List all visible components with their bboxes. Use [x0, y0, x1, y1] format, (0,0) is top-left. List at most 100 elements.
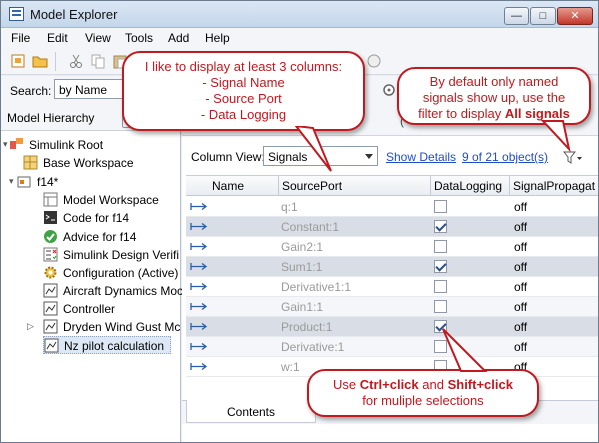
workspace-icon: [43, 192, 58, 207]
callout-text: By default only named: [429, 74, 559, 89]
signal-propagation-cell: off: [514, 280, 528, 294]
callout-text: Use Ctrl+click and Shift+click: [309, 377, 537, 393]
new-model-icon[interactable]: [9, 52, 27, 70]
tree-label: f14*: [37, 175, 59, 189]
tree-item-model-workspace[interactable]: Model Workspace: [43, 191, 181, 209]
table-row[interactable]: Gain1:1 off: [186, 297, 598, 317]
expand-dryden-icon[interactable]: ▷: [27, 322, 36, 331]
search-options-icon[interactable]: [380, 81, 398, 99]
menu-tools[interactable]: Tools: [125, 31, 153, 45]
tree-item-base-workspace[interactable]: Base Workspace: [23, 154, 173, 172]
chevron-down-icon: [365, 154, 373, 159]
tree-label: Model Workspace: [63, 193, 159, 207]
menu-add[interactable]: Add: [168, 31, 189, 45]
menu-view[interactable]: View: [85, 31, 111, 45]
close-button[interactable]: ✕: [557, 7, 593, 25]
tree-label: Aircraft Dynamics Moc: [63, 284, 184, 298]
tree-item-dryden-wind-gust[interactable]: Dryden Wind Gust Mc: [43, 318, 181, 336]
verifier-icon: [43, 247, 58, 262]
search-mode-select[interactable]: by Name: [54, 79, 129, 99]
code-icon: [43, 210, 58, 225]
tree-item-simulink-root[interactable]: Simulink Root: [9, 136, 169, 154]
signal-propagation-cell: off: [514, 220, 528, 234]
table-row[interactable]: Derivative:1 off: [186, 337, 598, 357]
menu-bar: File Edit View Tools Add Help: [1, 28, 598, 48]
model-explorer-app-icon: [9, 7, 24, 21]
workspace-grid-icon: [23, 155, 38, 170]
tree-item-advice-for-f14[interactable]: Advice for f14: [43, 228, 181, 246]
tree-item-f14[interactable]: f14*: [17, 173, 167, 191]
source-port-cell: w:1: [281, 360, 300, 374]
subsystem-icon: [43, 319, 58, 334]
tree-item-aircraft-dynamics[interactable]: Aircraft Dynamics Moc: [43, 282, 184, 300]
show-details-link[interactable]: Show Details: [386, 150, 456, 164]
table-row[interactable]: q:1 off: [186, 197, 598, 217]
data-logging-checkbox[interactable]: [434, 300, 447, 313]
table-row[interactable]: Constant:1 off: [186, 217, 598, 237]
table-row[interactable]: Product:1 off: [186, 317, 598, 337]
source-port-cell: Derivative:1: [281, 340, 345, 354]
tree-label: Advice for f14: [63, 230, 137, 244]
tree-label: Simulink Root: [29, 138, 104, 152]
data-logging-checkbox[interactable]: [434, 240, 447, 253]
signal-propagation-cell: off: [514, 320, 528, 334]
cut-icon[interactable]: [67, 52, 85, 70]
data-logging-checkbox[interactable]: [434, 260, 447, 273]
tree-label: Simulink Design Verifi: [63, 248, 180, 262]
signal-propagation-cell: off: [514, 240, 528, 254]
data-logging-checkbox[interactable]: [434, 200, 447, 213]
copy-icon[interactable]: [89, 52, 107, 70]
column-divider[interactable]: [509, 176, 510, 196]
search-mode-value: by Name: [59, 83, 108, 97]
tree-item-nz-pilot-calculation[interactable]: Nz pilot calculation: [43, 336, 171, 354]
title-bar[interactable]: Model Explorer — □ ✕: [1, 1, 598, 28]
menu-help[interactable]: Help: [205, 31, 230, 45]
source-port-cell: Gain2:1: [281, 240, 324, 254]
column-header-datalogging[interactable]: DataLogging: [434, 179, 502, 193]
minimize-button[interactable]: —: [504, 7, 529, 25]
maximize-button[interactable]: □: [530, 7, 556, 25]
column-divider[interactable]: [430, 176, 431, 196]
signal-propagation-cell: off: [514, 200, 528, 214]
menu-file[interactable]: File: [11, 31, 30, 45]
source-port-cell: q:1: [281, 200, 298, 214]
callout-bold-text: Ctrl+click: [359, 377, 419, 392]
callout-pointer-arrow: [541, 120, 571, 153]
menu-edit[interactable]: Edit: [47, 31, 68, 45]
column-header-signalpropagation[interactable]: SignalPropagat: [513, 179, 595, 193]
open-folder-icon[interactable]: [31, 52, 49, 70]
signal-line-icon: [189, 240, 209, 253]
contents-tab[interactable]: Contents: [186, 400, 316, 423]
table-row[interactable]: Gain2:1 off: [186, 237, 598, 257]
tree-label: Base Workspace: [43, 156, 134, 170]
filter-callout: By default only named signals show up, u…: [397, 67, 591, 125]
source-port-cell: Constant:1: [281, 220, 340, 234]
tree-item-code-for-f14[interactable]: Code for f14: [43, 209, 181, 227]
table-row[interactable]: Sum1:1 off: [186, 257, 598, 277]
tree-label: Nz pilot calculation: [64, 339, 165, 353]
signal-line-icon: [189, 320, 209, 333]
tree-item-design-verifier[interactable]: Simulink Design Verifi: [43, 246, 181, 264]
model-hierarchy-title: Model Hierarchy: [7, 111, 95, 125]
source-port-cell: Derivative1:1: [281, 280, 352, 294]
signal-line-icon: [189, 360, 209, 373]
tree-item-controller[interactable]: Controller: [43, 300, 181, 318]
callout-text: - Source Port: [205, 91, 282, 106]
toolbar-separator: [55, 52, 56, 71]
circle-tool-icon[interactable]: [365, 52, 383, 70]
model-icon: [17, 174, 32, 189]
data-logging-checkbox[interactable]: [434, 220, 447, 233]
tree-label: Code for f14: [63, 211, 130, 225]
tree-item-configuration[interactable]: Configuration (Active): [43, 264, 181, 282]
configuration-gear-icon: [43, 265, 58, 280]
tree-label: Configuration (Active): [63, 266, 179, 280]
data-logging-checkbox[interactable]: [434, 280, 447, 293]
column-divider[interactable]: [278, 176, 279, 196]
column-header-sourceport[interactable]: SourcePort: [282, 179, 342, 193]
column-header-name[interactable]: Name: [212, 179, 244, 193]
table-row[interactable]: Derivative1:1 off: [186, 277, 598, 297]
signal-line-icon: [189, 260, 209, 273]
object-count-link[interactable]: 9 of 21 object(s): [462, 150, 548, 164]
signal-line-icon: [189, 280, 209, 293]
callout-text-part: and: [418, 377, 448, 392]
